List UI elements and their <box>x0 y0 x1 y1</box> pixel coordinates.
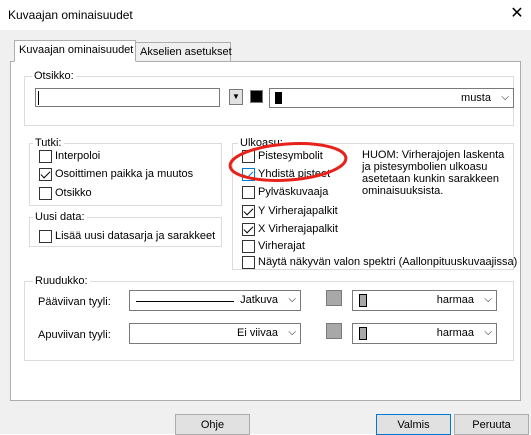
paaviiva-color-swatch <box>326 290 342 306</box>
title-color-swatch <box>250 90 263 103</box>
triangle-down-icon: ▼ <box>232 92 240 101</box>
apuviiva-color-value: harmaa <box>436 327 474 339</box>
note-line: ja pistesymbolien ulkoasu <box>362 161 488 173</box>
note-line: ominaisuuksista. <box>362 185 444 197</box>
apuviiva-style-select[interactable]: Ei viivaa ⌵ <box>129 323 301 344</box>
help-button[interactable]: Ohje <box>175 414 250 435</box>
apuviiva-color-select[interactable]: harmaa ⌵ <box>352 323 497 344</box>
apuviiva-label: Apuviivan tyyli: <box>38 329 111 341</box>
paaviiva-style-select[interactable]: Jatkuva ⌵ <box>129 290 301 311</box>
osoittimen-paikka-checkbox[interactable] <box>39 168 52 181</box>
solid-line-preview <box>136 301 234 302</box>
lisaa-datasarja-label: Lisää uusi datasarja ja sarakkeet <box>55 230 216 242</box>
y-virherajapalkit-label: Y Virherajapalkit <box>258 205 338 217</box>
chevron-down-icon: ⌵ <box>288 327 296 338</box>
osoittimen-paikka-label: Osoittimen paikka ja muutos <box>55 168 194 180</box>
ruudukko-label: Ruudukko: <box>33 275 90 287</box>
window-title: Kuvaajan ominaisuudet <box>8 8 133 22</box>
uusi-data-label: Uusi data: <box>33 211 87 223</box>
note-line: asetetaan kunkin sarakkeen <box>362 173 499 185</box>
title-color-value: musta <box>461 92 491 104</box>
chevron-down-icon: ⌵ <box>288 294 296 305</box>
apuviiva-style-value: Ei viivaa <box>237 327 278 339</box>
note-line: HUOM: Virherajojen laskenta <box>362 149 505 161</box>
x-virherajapalkit-label: X Virherajapalkit <box>258 223 338 235</box>
otsikko-label: Otsikko: <box>32 70 76 82</box>
paaviiva-color-value: harmaa <box>436 294 474 306</box>
virherajat-label: Virherajat <box>258 240 305 252</box>
color-preview-icon <box>359 327 367 340</box>
title-input[interactable] <box>35 88 220 107</box>
tab-kuvaajan-ominaisuudet[interactable]: Kuvaajan ominaisuudet <box>14 40 136 62</box>
cancel-button[interactable]: Peruuta <box>454 414 529 435</box>
chevron-down-icon: ⌵ <box>484 327 492 338</box>
otsikko-cb-label: Otsikko <box>55 187 92 199</box>
x-virherajapalkit-checkbox[interactable] <box>242 223 255 236</box>
text-caret <box>38 91 39 105</box>
tutki-label: Tutki: <box>33 137 64 149</box>
title-color-select[interactable]: musta ⌵ <box>269 88 514 108</box>
chevron-down-icon: ⌵ <box>501 92 509 103</box>
apuviiva-color-swatch <box>326 323 342 339</box>
paaviiva-label: Pääviivan tyyli: <box>38 296 111 308</box>
tab-akselien-asetukset[interactable]: Akselien asetukset <box>135 42 232 62</box>
color-preview-icon <box>275 92 282 104</box>
chevron-down-icon: ⌵ <box>484 294 492 305</box>
lisaa-datasarja-checkbox[interactable] <box>39 230 52 243</box>
paaviiva-color-select[interactable]: harmaa ⌵ <box>352 290 497 311</box>
interpoloi-label: Interpoloi <box>55 150 101 162</box>
title-dropdown-button[interactable]: ▼ <box>229 89 243 105</box>
nayta-spektri-checkbox[interactable] <box>242 256 255 269</box>
virherajat-checkbox[interactable] <box>242 240 255 253</box>
title-bar: Kuvaajan ominaisuudet ✕ <box>0 0 531 30</box>
ok-button[interactable]: Valmis <box>376 414 451 435</box>
interpoloi-checkbox[interactable] <box>39 150 52 163</box>
paaviiva-style-value: Jatkuva <box>240 294 278 306</box>
close-icon[interactable]: ✕ <box>507 4 527 24</box>
nayta-spektri-label: Näytä näkyvän valon spektri (Aallonpituu… <box>258 256 518 268</box>
y-virherajapalkit-checkbox[interactable] <box>242 205 255 218</box>
otsikko-checkbox[interactable] <box>39 187 52 200</box>
color-preview-icon <box>359 294 367 307</box>
ulkoasu-note: HUOM: Virherajojen laskenta ja pistesymb… <box>362 149 504 197</box>
highlight-ring <box>228 142 348 182</box>
